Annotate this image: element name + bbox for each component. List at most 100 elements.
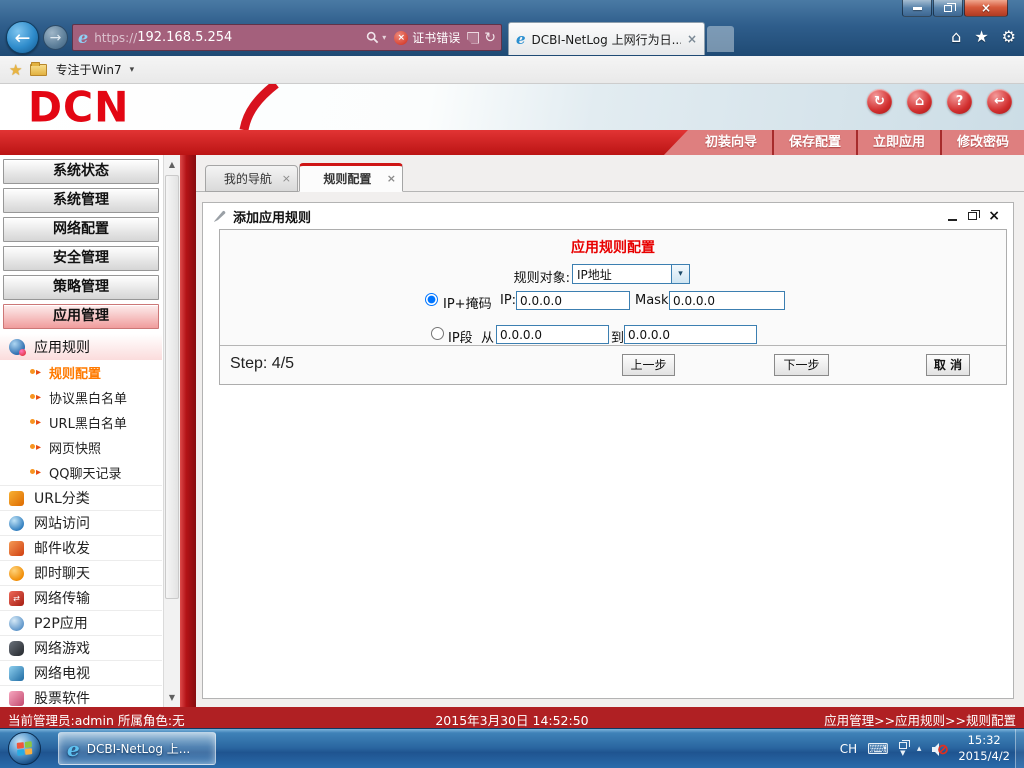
stock-software-icon bbox=[9, 690, 24, 706]
sidebar-group-label: 应用规则 bbox=[34, 340, 90, 356]
sidebar-sub-qq-chat-log[interactable]: ▸ QQ聊天记录 bbox=[0, 460, 162, 485]
to-ip-input[interactable] bbox=[624, 325, 757, 344]
item-label: 网络电视 bbox=[34, 666, 90, 682]
clock-date: 2015/4/2 bbox=[958, 749, 1010, 763]
search-zone[interactable]: ▾ bbox=[366, 31, 386, 44]
sidebar-item-instant-chat[interactable]: 即时聊天 bbox=[0, 560, 162, 585]
show-hidden-icons-arrow[interactable]: ▴ bbox=[917, 744, 922, 754]
breadcrumb: 应用管理>>应用规则>>规则配置 bbox=[824, 713, 1016, 728]
scroll-up-icon[interactable]: ▲ bbox=[164, 160, 180, 169]
windows-flag-icon bbox=[16, 741, 33, 756]
sidebar-item-stock-software[interactable]: 股票软件 bbox=[0, 685, 162, 707]
show-desktop-button[interactable] bbox=[1015, 729, 1024, 768]
certificate-error-indicator[interactable]: × 证书错误 bbox=[394, 29, 460, 46]
favorites-item-label[interactable]: 专注于Win7 bbox=[55, 61, 121, 78]
app-rules-icon bbox=[9, 339, 26, 356]
ip-input[interactable] bbox=[516, 291, 630, 310]
ip-label: IP: bbox=[500, 293, 517, 308]
add-favorite-icon[interactable]: ★ bbox=[9, 61, 22, 79]
sidebar-scrollbar[interactable]: ▲ ▼ bbox=[163, 155, 180, 707]
sidebar-sub-webpage-snapshot[interactable]: ▸ 网页快照 bbox=[0, 435, 162, 460]
gear-icon[interactable]: ⚙ bbox=[1002, 27, 1016, 46]
keyboard-icon[interactable]: ⌨ bbox=[867, 740, 889, 758]
input-language-indicator[interactable]: CH bbox=[840, 742, 857, 756]
compatibility-view-icon[interactable] bbox=[467, 31, 480, 44]
chevron-down-icon: ▾ bbox=[671, 265, 689, 283]
back-icon: ← bbox=[14, 26, 31, 49]
tab-close-icon[interactable]: × bbox=[383, 172, 402, 185]
band-button-init-wizard[interactable]: 初装向导 bbox=[690, 130, 772, 155]
chevron-down-icon[interactable]: ▾ bbox=[130, 65, 135, 75]
muted-speaker-icon[interactable] bbox=[931, 742, 949, 757]
previous-step-button[interactable]: 上一步 bbox=[622, 354, 675, 376]
sidebar-item-mail[interactable]: 邮件收发 bbox=[0, 535, 162, 560]
dialog-minimize-icon[interactable] bbox=[948, 212, 958, 221]
page-banner: DCN ↻ ⌂ ? ↩ bbox=[0, 84, 1024, 130]
band-button-apply-now[interactable]: 立即应用 bbox=[855, 130, 940, 155]
dialog-close-icon[interactable]: × bbox=[988, 209, 1000, 223]
logout-button[interactable]: ↩ bbox=[987, 89, 1012, 114]
scrollbar-thumb[interactable] bbox=[165, 175, 179, 599]
home-button[interactable]: ⌂ bbox=[907, 89, 932, 114]
band-button-save-config[interactable]: 保存配置 bbox=[771, 130, 856, 155]
tab-close-icon[interactable]: × bbox=[278, 172, 297, 185]
sidebar-item-website-visit[interactable]: 网站访问 bbox=[0, 510, 162, 535]
sync-button[interactable]: ↻ bbox=[867, 89, 892, 114]
url-category-icon bbox=[9, 490, 24, 506]
sidebar-main-system-status[interactable]: 系统状态 bbox=[3, 159, 159, 184]
tray-window-icon[interactable]: ▼ bbox=[898, 739, 910, 757]
window-minimize-button[interactable] bbox=[902, 0, 932, 17]
ip-mask-radio[interactable] bbox=[425, 293, 438, 306]
sidebar-main-policy-management[interactable]: 策略管理 bbox=[3, 275, 159, 300]
sidebar-sub-url-blacklist[interactable]: ▸ URL黑白名单 bbox=[0, 410, 162, 435]
tray-clock[interactable]: 15:32 2015/4/2 bbox=[958, 733, 1010, 764]
browser-tab[interactable]: e DCBI-NetLog 上网行为日... × bbox=[508, 22, 705, 55]
window-close-button[interactable]: × bbox=[964, 0, 1008, 17]
tab-rule-config[interactable]: 规则配置 × bbox=[299, 163, 403, 192]
sidebar-main-network-config[interactable]: 网络配置 bbox=[3, 217, 159, 242]
refresh-icon[interactable]: ↻ bbox=[484, 30, 496, 46]
mask-input[interactable] bbox=[669, 291, 785, 310]
window-restore-button[interactable] bbox=[933, 0, 963, 17]
favorites-star-icon[interactable]: ★ bbox=[974, 27, 988, 46]
band-button-change-password[interactable]: 修改密码 bbox=[939, 130, 1024, 155]
sidebar-group-app-rules[interactable]: 应用规则 bbox=[0, 334, 162, 360]
cancel-button[interactable]: 取 消 bbox=[926, 354, 970, 376]
tab-close-icon[interactable]: × bbox=[687, 32, 697, 46]
forward-button[interactable]: → bbox=[43, 25, 68, 50]
item-label: 即时聊天 bbox=[34, 566, 90, 582]
scroll-down-icon[interactable]: ▼ bbox=[164, 693, 180, 702]
favorites-folder-icon[interactable] bbox=[30, 61, 48, 76]
banner-buttons: ↻ ⌂ ? ↩ bbox=[867, 89, 1012, 114]
tab-my-navigation[interactable]: 我的导航 × bbox=[205, 165, 298, 192]
sidebar-item-network-tv[interactable]: 网络电视 bbox=[0, 660, 162, 685]
sidebar-main-app-management[interactable]: 应用管理 bbox=[3, 304, 159, 329]
wrench-icon bbox=[214, 211, 226, 222]
rule-object-select[interactable]: IP地址 ▾ bbox=[572, 264, 690, 284]
sidebar-sub-protocol-blacklist[interactable]: ▸ 协议黑白名单 bbox=[0, 385, 162, 410]
sidebar-main-system-management[interactable]: 系统管理 bbox=[3, 188, 159, 213]
banner-red-curve bbox=[239, 84, 279, 130]
start-button[interactable] bbox=[8, 732, 41, 765]
sidebar-main-security-management[interactable]: 安全管理 bbox=[3, 246, 159, 271]
tab-label: 规则配置 bbox=[323, 172, 372, 186]
taskbar-ie-button[interactable]: e DCBI-NetLog 上... bbox=[58, 732, 216, 765]
from-ip-input[interactable] bbox=[496, 325, 609, 344]
address-bar[interactable]: e https:// 192.168.5.254 ▾ × 证书错误 ↻ bbox=[72, 24, 502, 51]
network-game-icon bbox=[9, 640, 24, 656]
back-button[interactable]: ← bbox=[6, 21, 39, 54]
logout-icon: ↩ bbox=[994, 94, 1005, 109]
ip-range-radio[interactable] bbox=[431, 327, 444, 340]
sidebar-item-network-game[interactable]: 网络游戏 bbox=[0, 635, 162, 660]
sidebar-item-p2p[interactable]: P2P应用 bbox=[0, 610, 162, 635]
help-button[interactable]: ? bbox=[947, 89, 972, 114]
ie-logo-icon: e bbox=[67, 736, 80, 761]
sidebar-item-url-category[interactable]: URL分类 bbox=[0, 485, 162, 510]
new-tab-button[interactable] bbox=[707, 26, 734, 52]
browser-chrome: × ← → e https:// 192.168.5.254 ▾ × 证书错误 … bbox=[0, 0, 1024, 56]
next-step-button[interactable]: 下一步 bbox=[774, 354, 829, 376]
sidebar-sub-rule-config[interactable]: ▸ 规则配置 bbox=[0, 360, 162, 385]
home-icon[interactable]: ⌂ bbox=[951, 27, 961, 46]
dialog-restore-icon[interactable] bbox=[968, 210, 981, 220]
sidebar-item-network-transfer[interactable]: ⇄ 网络传输 bbox=[0, 585, 162, 610]
